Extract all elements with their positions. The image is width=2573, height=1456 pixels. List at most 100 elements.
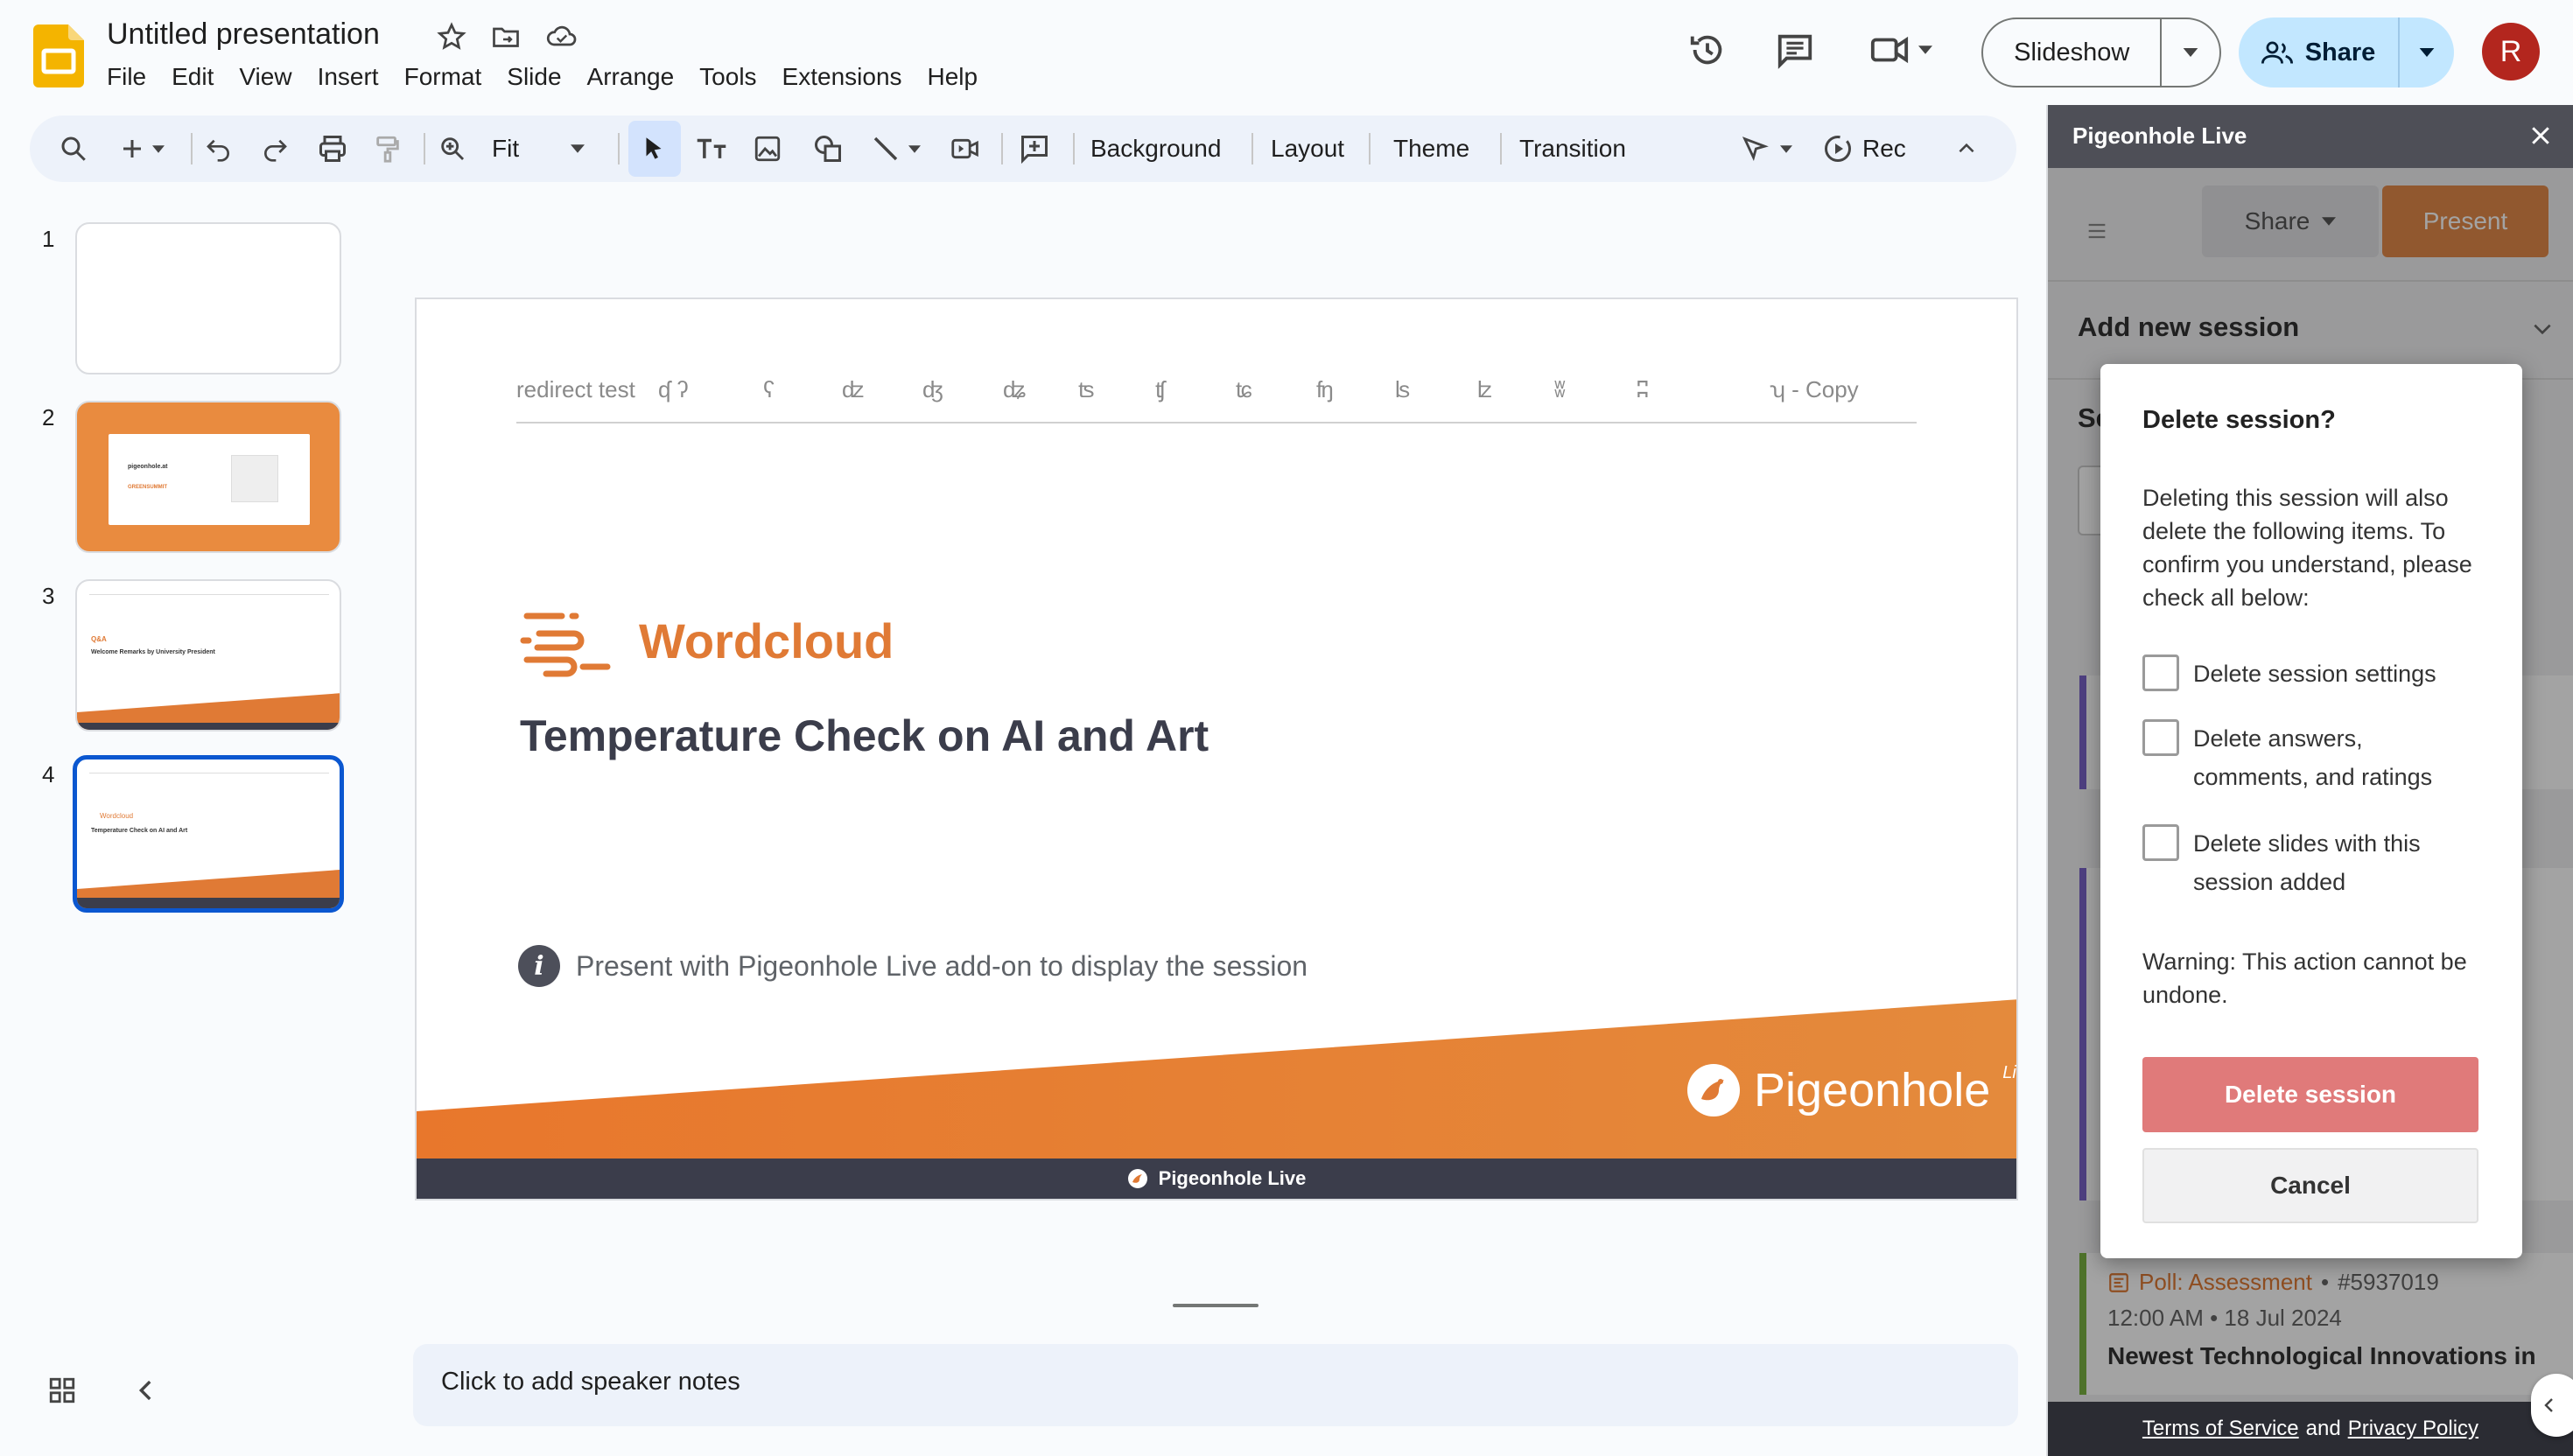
menu-edit[interactable]: Edit <box>172 63 214 91</box>
share-button[interactable]: Share <box>2239 18 2454 88</box>
menu-tools[interactable]: Tools <box>699 63 756 91</box>
menu-format[interactable]: Format <box>404 63 482 91</box>
zoom-dropdown[interactable] <box>571 116 585 182</box>
redo-icon[interactable] <box>261 116 289 182</box>
grid-view-icon[interactable] <box>47 1376 77 1405</box>
paint-format-icon[interactable] <box>373 116 403 182</box>
cancel-button[interactable]: Cancel <box>2142 1148 2478 1223</box>
menu-help[interactable]: Help <box>928 63 978 91</box>
menu-bar: File Edit View Insert Format Slide Arran… <box>107 63 978 91</box>
insert-image-icon[interactable] <box>753 116 782 182</box>
option-delete-answers[interactable]: Delete answers, comments, and ratings <box>2142 719 2482 796</box>
star-icon[interactable] <box>436 21 467 52</box>
laser-pointer-tool[interactable] <box>1740 116 1792 182</box>
plus-icon <box>123 140 141 158</box>
checkbox[interactable] <box>2142 654 2179 691</box>
menu-insert[interactable]: Insert <box>318 63 379 91</box>
option-label: Delete answers, comments, and ratings <box>2193 725 2433 790</box>
dialog-warning: Warning: This action cannot be undone. <box>2142 948 2467 1008</box>
chevron-down-icon <box>1780 144 1792 153</box>
logo-live: Live <box>2002 1062 2016 1082</box>
layout-button[interactable]: Layout <box>1271 116 1344 182</box>
slideshow-button[interactable]: Slideshow <box>1981 18 2221 88</box>
version-history-icon[interactable] <box>1687 30 1728 70</box>
background-button[interactable]: Background <box>1090 116 1221 182</box>
option-delete-slides[interactable]: Delete slides with this session added <box>2142 824 2482 901</box>
logo-text: Pigeonhole <box>1754 1064 1991 1116</box>
option-label: Delete session settings <box>2193 661 2436 687</box>
close-icon[interactable] <box>2527 122 2554 149</box>
delete-session-button[interactable]: Delete session <box>2142 1057 2478 1132</box>
record-button[interactable]: Rec <box>1822 116 1906 182</box>
meet-icon[interactable] <box>1869 30 1932 70</box>
search-menus-icon[interactable] <box>58 116 89 182</box>
record-icon <box>1825 136 1851 162</box>
hide-menus-chevron-up-icon[interactable] <box>1955 116 1978 182</box>
slide-thumbnail-4[interactable]: Wordcloud Temperature Check on AI and Ar… <box>73 755 344 913</box>
slides-logo-icon[interactable] <box>33 24 84 88</box>
slide-canvas[interactable]: redirect test ʠ ʔ ʕ ʣ ʤ ʥ ʦ ʧ ʨ ʩ ʪ ʫ ʬ … <box>415 298 2018 1200</box>
select-tool-icon[interactable] <box>639 116 669 182</box>
footer-text: Pigeonhole Live <box>1158 1167 1307 1189</box>
menu-view[interactable]: View <box>239 63 291 91</box>
cloud-saved-icon[interactable] <box>544 21 579 52</box>
transition-button[interactable]: Transition <box>1519 116 1626 182</box>
panel-footer: Terms of Service and Privacy Policy <box>2048 1402 2573 1456</box>
slide-number: 4 <box>42 761 55 788</box>
new-slide-button[interactable] <box>119 116 165 182</box>
menu-extensions[interactable]: Extensions <box>782 63 902 91</box>
dialog-body: Deleting this session will also delete t… <box>2142 485 2472 611</box>
chevron-left-icon <box>2544 1398 2553 1412</box>
line-icon <box>873 136 898 161</box>
toolbar: Fit Background Layout Theme Transition R… <box>30 116 2016 182</box>
slide-thumbnail-3[interactable]: Q&A Welcome Remarks by University Presid… <box>75 579 341 732</box>
slide-thumbnail-1[interactable] <box>75 222 341 374</box>
option-label: Delete slides with this session added <box>2193 830 2421 895</box>
terms-link[interactable]: Terms of Service <box>2142 1417 2299 1441</box>
text-box-icon[interactable] <box>695 116 728 182</box>
chevron-down-icon <box>2183 48 2198 57</box>
checkbox[interactable] <box>2142 824 2179 861</box>
delete-session-dialog: Delete session? Deleting this session wi… <box>2100 364 2522 1258</box>
people-icon <box>2261 41 2293 64</box>
menu-arrange[interactable]: Arrange <box>587 63 675 91</box>
panel-title: Pigeonhole Live <box>2072 122 2247 149</box>
shape-icon[interactable] <box>812 116 844 182</box>
thumb-code: GREENSUMMIT <box>128 485 167 490</box>
checkbox[interactable] <box>2142 719 2179 756</box>
chevron-down-icon <box>1918 46 1932 54</box>
share-label: Share <box>2304 38 2376 66</box>
thumb-url: pigeonhole.at <box>128 464 168 470</box>
footer-and: and <box>2305 1417 2341 1440</box>
print-icon[interactable] <box>317 116 348 182</box>
chevron-down-icon <box>152 144 165 153</box>
move-folder-icon[interactable] <box>490 21 522 52</box>
zoom-select[interactable]: Fit <box>492 116 519 182</box>
undo-icon[interactable] <box>205 116 233 182</box>
insert-video-icon[interactable] <box>950 116 982 182</box>
speaker-notes[interactable]: Click to add speaker notes <box>413 1344 2018 1426</box>
menu-file[interactable]: File <box>107 63 146 91</box>
option-delete-settings[interactable]: Delete session settings <box>2142 654 2482 693</box>
chevron-down-icon <box>571 144 585 153</box>
collapse-side-panel-button[interactable] <box>2531 1374 2573 1437</box>
record-label: Rec <box>1862 135 1906 162</box>
slide-number: 2 <box>42 404 55 430</box>
slide-number: 1 <box>42 226 55 252</box>
collapse-filmstrip-chevron-left-icon[interactable] <box>133 1376 159 1405</box>
share-dropdown[interactable] <box>2398 18 2454 88</box>
privacy-link[interactable]: Privacy Policy <box>2348 1417 2478 1441</box>
avatar[interactable]: R <box>2482 23 2540 80</box>
add-comment-icon[interactable] <box>1019 116 1050 182</box>
chevron-down-icon <box>2419 48 2435 57</box>
comments-icon[interactable] <box>1775 30 1815 70</box>
menu-slide[interactable]: Slide <box>507 63 561 91</box>
zoom-icon[interactable] <box>438 116 467 182</box>
notes-resize-handle[interactable] <box>1173 1304 1258 1307</box>
line-tool[interactable] <box>872 116 921 182</box>
slide-footer: Pigeonhole Live <box>417 1158 2016 1199</box>
theme-button[interactable]: Theme <box>1393 116 1469 182</box>
document-title[interactable]: Untitled presentation <box>107 18 380 52</box>
slide-thumbnail-2[interactable]: pigeonhole.at GREENSUMMIT <box>75 401 341 553</box>
slideshow-dropdown[interactable] <box>2160 19 2219 86</box>
